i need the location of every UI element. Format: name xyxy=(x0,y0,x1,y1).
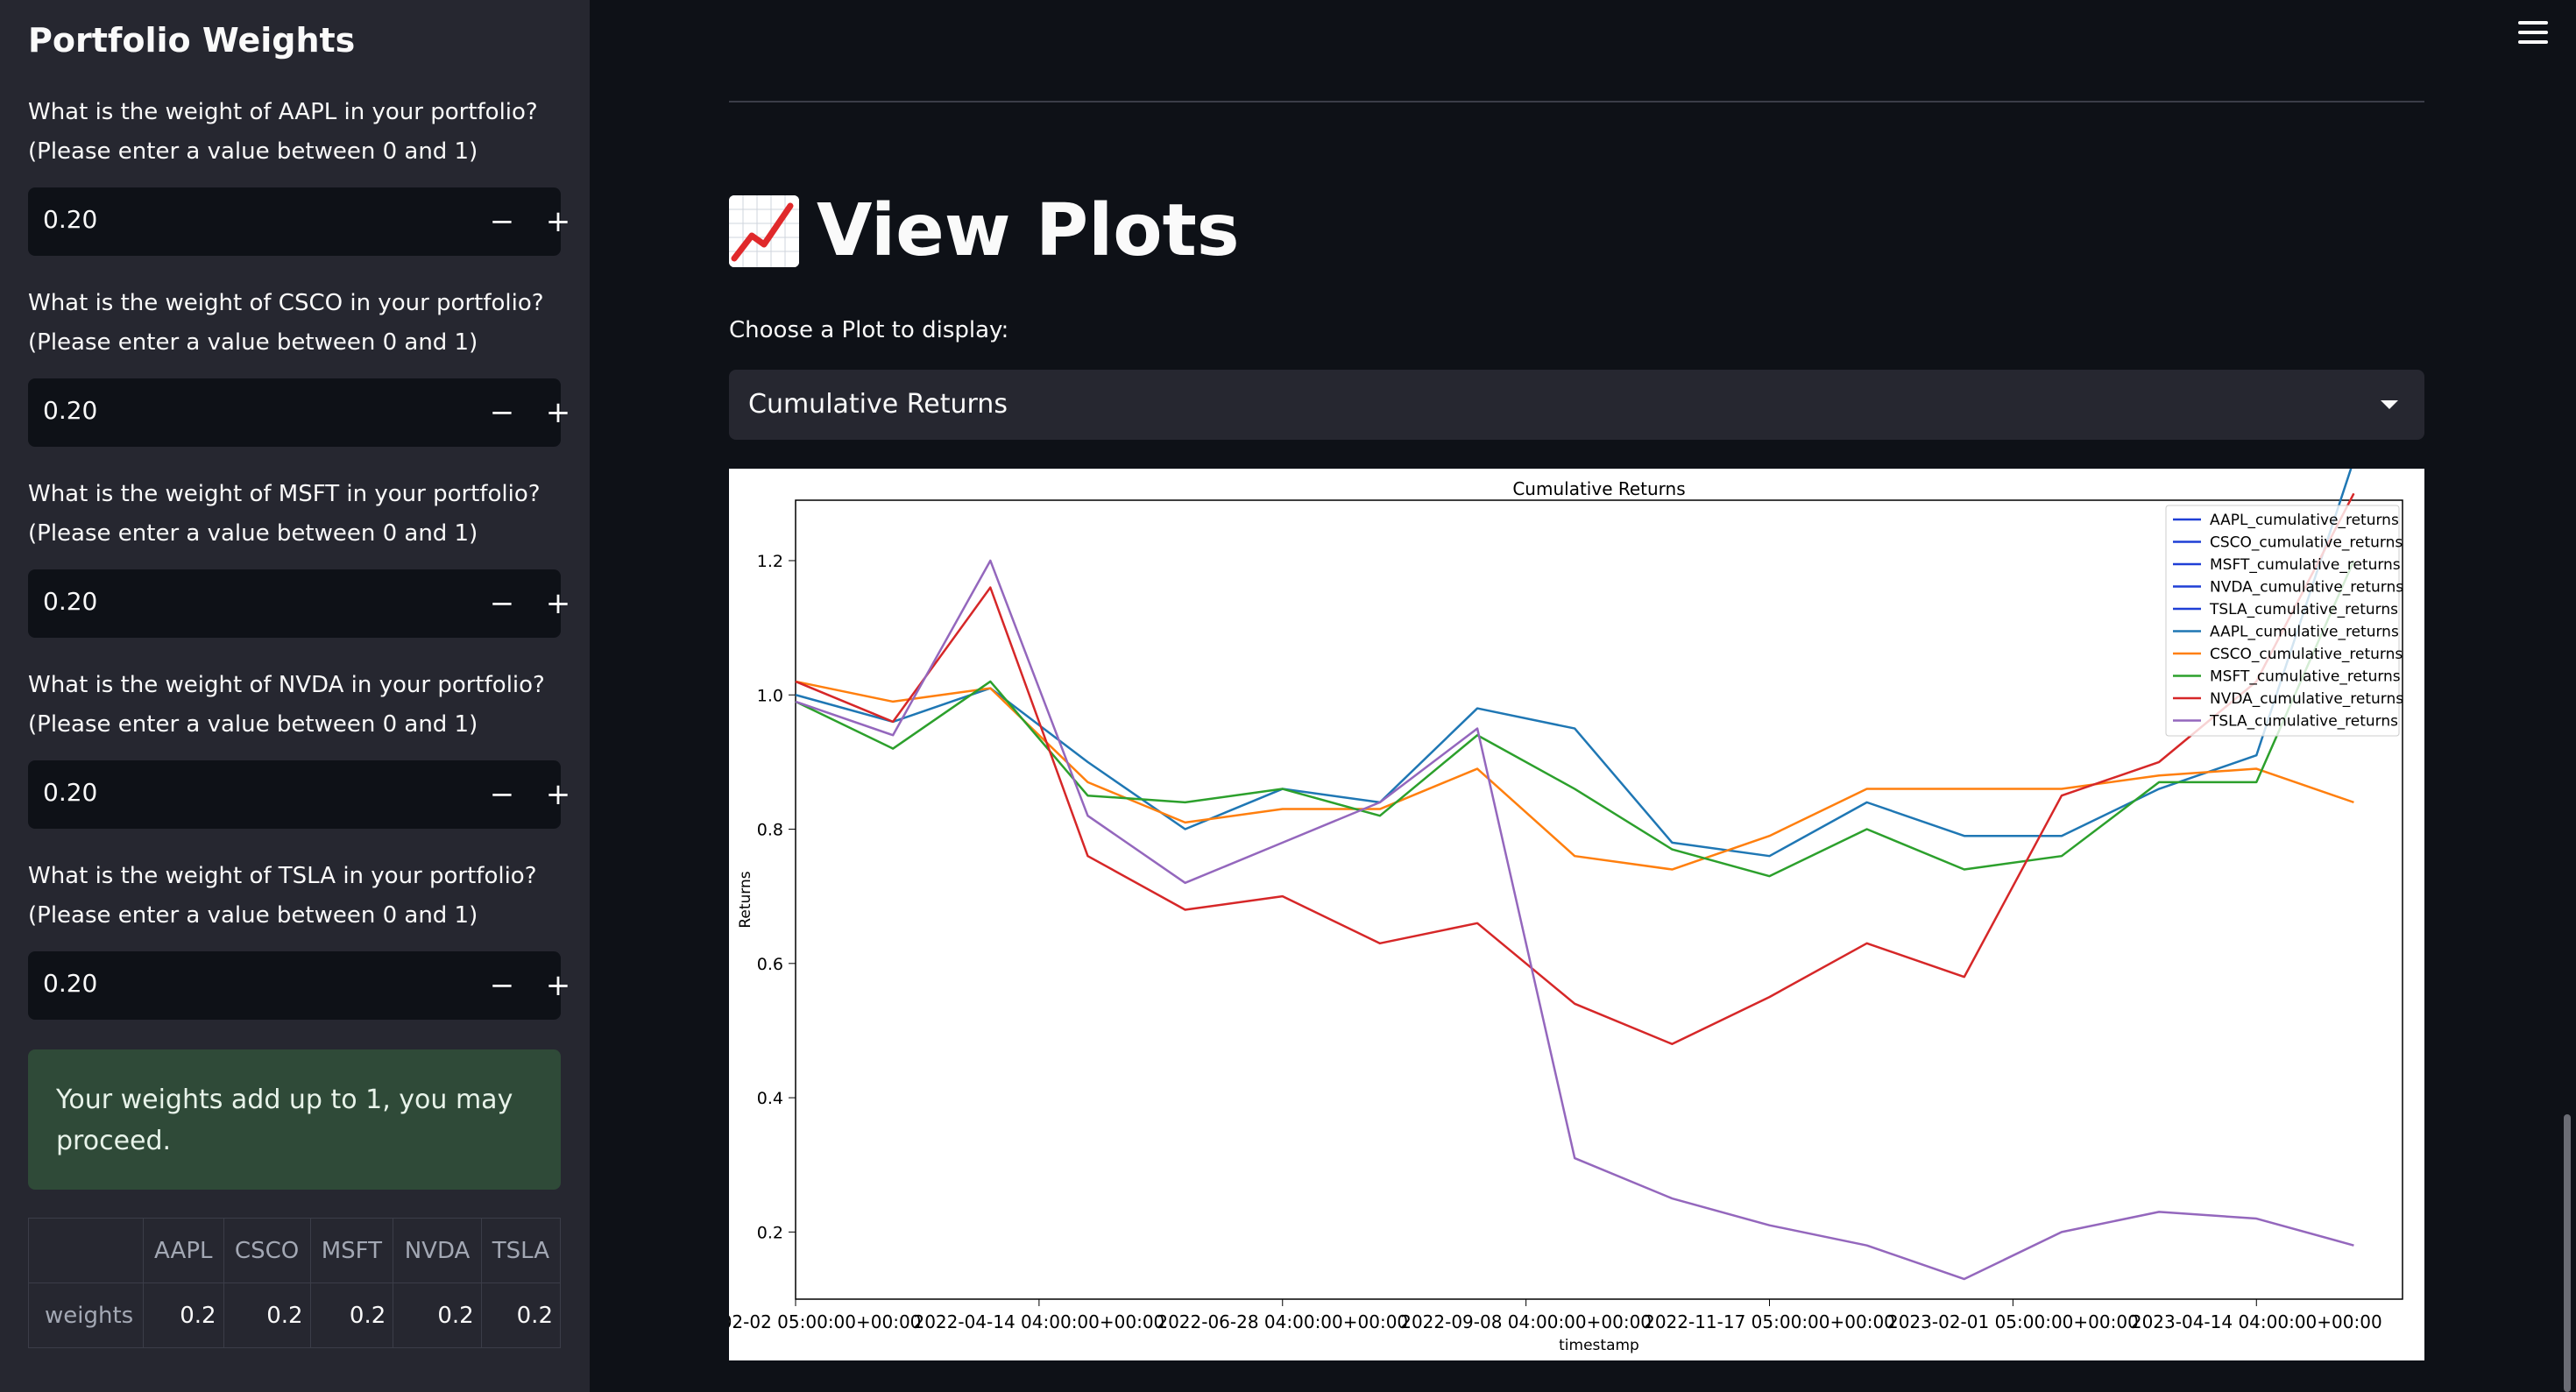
plot-select-value: Cumulative Returns xyxy=(748,389,1008,420)
aapl-weight-label: What is the weight of AAPL in your portf… xyxy=(28,99,538,165)
aapl-increment-button[interactable]: + xyxy=(536,200,580,244)
x-tick-label: 2022-04-14 04:00:00+00:00 xyxy=(913,1311,1164,1332)
scrollbar[interactable] xyxy=(2564,1114,2571,1392)
y-tick-label: 0.6 xyxy=(757,955,783,974)
sidebar: Portfolio Weights What is the weight of … xyxy=(0,0,590,1392)
column-header[interactable]: MSFT xyxy=(309,1218,394,1283)
y-tick-label: 1.0 xyxy=(757,686,783,705)
weights-table: AAPL CSCO MSFT NVDA TSLA weights 0.2 0.2… xyxy=(28,1218,562,1348)
aapl-decrement-button[interactable]: − xyxy=(480,200,524,244)
tsla-weight-label: What is the weight of TSLA in your portf… xyxy=(28,863,537,929)
column-header[interactable]: CSCO xyxy=(223,1218,311,1283)
nvda-decrement-button[interactable]: − xyxy=(480,773,524,816)
hamburger-menu-icon[interactable] xyxy=(2518,21,2548,44)
msft-decrement-button[interactable]: − xyxy=(480,582,524,625)
divider xyxy=(729,101,2424,102)
series-line xyxy=(795,559,2354,1281)
table-corner-cell xyxy=(28,1218,144,1283)
column-header[interactable]: AAPL xyxy=(143,1218,224,1283)
success-alert: Your weights add up to 1, you may procee… xyxy=(28,1049,561,1190)
x-tick-label: 2023-02-01 05:00:00+00:00 xyxy=(1887,1311,2139,1332)
y-tick-label: 0.4 xyxy=(757,1089,783,1108)
aapl-weight-value[interactable]: 0.20 xyxy=(43,205,97,234)
x-tick-label: 2022-02-02 05:00:00+00:00 xyxy=(729,1311,921,1332)
y-tick-label: 0.8 xyxy=(757,821,783,840)
nvda-weight-label: What is the weight of NVDA in your portf… xyxy=(28,672,545,738)
column-header[interactable]: NVDA xyxy=(393,1218,482,1283)
table-cell: 0.2 xyxy=(393,1282,482,1348)
legend-entry: MSFT_cumulative_returns xyxy=(2210,668,2401,686)
y-tick-label: 1.2 xyxy=(757,552,783,571)
plot-select[interactable]: Cumulative Returns xyxy=(729,370,2424,440)
table-cell: 0.2 xyxy=(143,1282,224,1348)
series-line xyxy=(795,492,2355,1046)
x-tick-label: 2022-11-17 05:00:00+00:00 xyxy=(1644,1311,1895,1332)
page-title: View Plots xyxy=(817,189,1240,272)
x-tick-label: 2023-04-14 04:00:00+00:00 xyxy=(2131,1311,2382,1332)
chart-title: Cumulative Returns xyxy=(1512,478,1685,499)
column-header[interactable]: TSLA xyxy=(480,1218,562,1283)
nvda-increment-button[interactable]: + xyxy=(536,773,580,816)
msft-weight-label: What is the weight of MSFT in your portf… xyxy=(28,481,541,547)
chart-increasing-icon xyxy=(729,194,799,267)
csco-decrement-button[interactable]: − xyxy=(480,391,524,435)
row-header: weights xyxy=(28,1282,144,1348)
legend-entry: AAPL_cumulative_returns xyxy=(2210,512,2399,529)
y-tick-label: 0.2 xyxy=(757,1223,783,1242)
page-heading: View Plots xyxy=(729,189,1240,272)
table-header-row: AAPL CSCO MSFT NVDA TSLA xyxy=(28,1218,562,1283)
tsla-weight-value[interactable]: 0.20 xyxy=(43,969,97,998)
table-cell: 0.2 xyxy=(223,1282,311,1348)
legend-entry: CSCO_cumulative_returns xyxy=(2210,534,2403,552)
table-row: weights 0.2 0.2 0.2 0.2 0.2 xyxy=(28,1282,562,1348)
legend-entry: CSCO_cumulative_returns xyxy=(2210,646,2403,663)
x-tick-label: 2022-06-28 04:00:00+00:00 xyxy=(1157,1311,1408,1332)
tsla-decrement-button[interactable]: − xyxy=(480,964,524,1007)
csco-weight-input[interactable]: 0.20 − + xyxy=(28,378,570,447)
csco-weight-value[interactable]: 0.20 xyxy=(43,396,97,425)
msft-weight-input[interactable]: 0.20 − + xyxy=(28,569,570,638)
legend-entry: TSLA_cumulative_returns xyxy=(2209,601,2398,618)
msft-weight-value[interactable]: 0.20 xyxy=(43,587,97,616)
x-tick-label: 2022-09-08 04:00:00+00:00 xyxy=(1400,1311,1652,1332)
x-axis-label: timestamp xyxy=(1559,1337,1639,1354)
legend-entry: NVDA_cumulative_returns xyxy=(2210,690,2403,708)
nvda-weight-value[interactable]: 0.20 xyxy=(43,778,97,807)
msft-increment-button[interactable]: + xyxy=(536,582,580,625)
y-axis-label: Returns xyxy=(737,871,754,928)
legend-entry: TSLA_cumulative_returns xyxy=(2209,713,2398,731)
table-cell: 0.2 xyxy=(309,1282,394,1348)
nvda-weight-input[interactable]: 0.20 − + xyxy=(28,760,570,829)
table-cell: 0.2 xyxy=(480,1282,562,1348)
csco-increment-button[interactable]: + xyxy=(536,391,580,435)
tsla-increment-button[interactable]: + xyxy=(536,964,580,1007)
csco-weight-label: What is the weight of CSCO in your portf… xyxy=(28,290,544,356)
sidebar-title: Portfolio Weights xyxy=(28,21,356,60)
legend-entry: MSFT_cumulative_returns xyxy=(2210,556,2401,574)
cumulative-returns-chart: Cumulative Returns 0.2 0.4 0.6 0.8 1.0 1.2 Retu… xyxy=(670,459,2403,1354)
plot-frame xyxy=(795,499,2403,1300)
chevron-down-icon[interactable] xyxy=(2381,400,2398,409)
tsla-weight-input[interactable]: 0.20 − + xyxy=(28,951,570,1020)
legend-entry: AAPL_cumulative_returns xyxy=(2210,624,2399,641)
chart-container: Cumulative Returns 0.2 0.4 0.6 0.8 1.0 1.2 Retu… xyxy=(670,459,2424,1360)
aapl-weight-input[interactable]: 0.20 − + xyxy=(28,187,570,256)
plot-select-label: Choose a Plot to display: xyxy=(729,317,1009,343)
legend-entry: NVDA_cumulative_returns xyxy=(2210,579,2403,597)
